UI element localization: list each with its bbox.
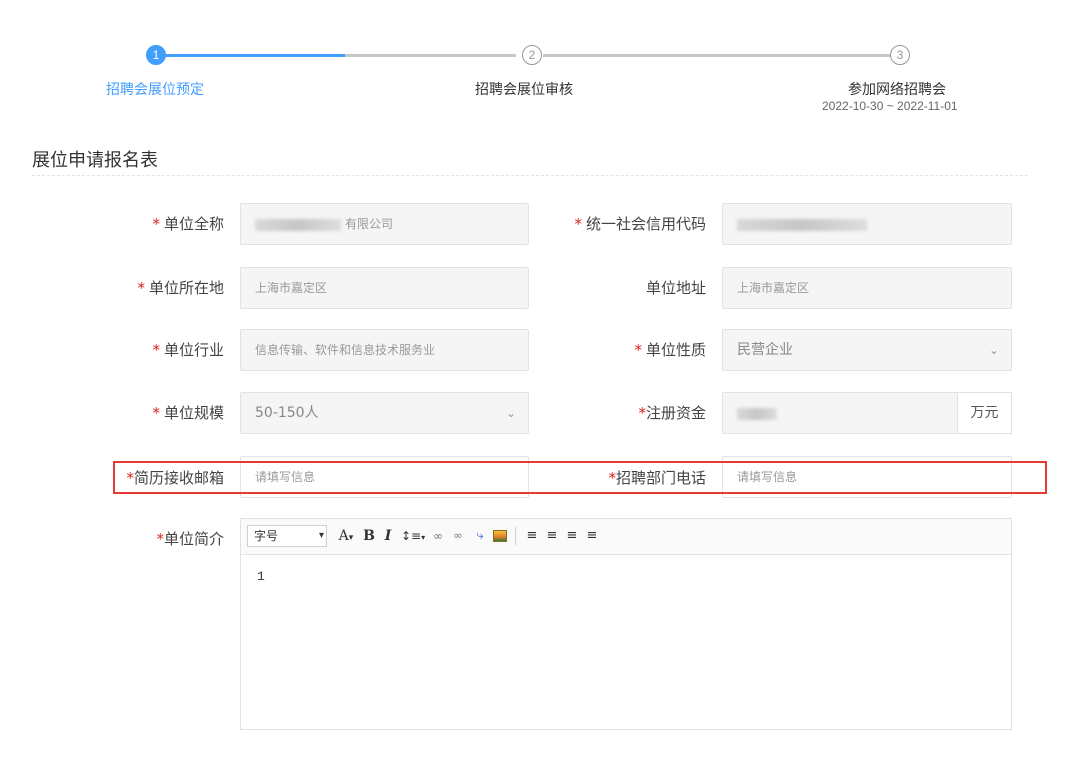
unlink-icon[interactable]: ∞	[449, 526, 467, 546]
attachment-icon[interactable]: ⤷	[471, 526, 489, 546]
scale-select[interactable]: 50-150人 ⌄	[240, 392, 529, 434]
scale-label: * 单位规模	[152, 404, 224, 422]
italic-icon[interactable]: I	[380, 526, 396, 546]
toolbar-separator	[515, 527, 516, 545]
section-divider	[32, 175, 1028, 176]
capital-unit: 万元	[958, 392, 1012, 434]
align-right-icon[interactable]: ≡	[563, 526, 581, 546]
step-line-done	[165, 54, 345, 57]
company-name-input[interactable]: 有限公司	[240, 203, 529, 245]
step-1-circle: 1	[146, 45, 166, 65]
step-line-pending-2	[543, 54, 891, 57]
align-justify-icon[interactable]: ≡	[583, 526, 601, 546]
nature-label: * 单位性质	[634, 341, 706, 359]
dropdown-arrow-icon: ▾	[318, 530, 324, 541]
rich-text-editor: 字号 ▾ A▾ B I ↕≡▾ ∞ ∞ ⤷ ≡ ≡ ≡ ≡ 1	[240, 518, 1012, 730]
company-name-label: * 单位全称	[152, 215, 224, 233]
step-line-pending-1	[345, 54, 516, 57]
section-title: 展位申请报名表	[32, 150, 158, 171]
credit-code-label: * 统一社会信用代码	[574, 215, 706, 233]
step-2-circle: 2	[522, 45, 542, 65]
capital-input[interactable]	[722, 392, 958, 434]
font-color-icon[interactable]: A▾	[334, 526, 358, 546]
address-input[interactable]: 上海市嘉定区	[722, 267, 1012, 309]
industry-input[interactable]: 信息传输、软件和信息技术服务业	[240, 329, 529, 371]
chevron-down-icon: ⌄	[505, 406, 516, 420]
industry-label: * 单位行业	[152, 341, 224, 359]
line-height-icon[interactable]: ↕≡▾	[401, 526, 425, 546]
step-3-circle: 3	[890, 45, 910, 65]
chevron-down-icon: ⌄	[988, 343, 999, 357]
highlight-box	[113, 461, 1047, 494]
step-3-title: 参加网络招聘会	[848, 82, 946, 98]
bold-icon[interactable]: B	[361, 526, 377, 546]
font-size-select[interactable]: 字号 ▾	[247, 525, 327, 547]
capital-label: *注册资金	[638, 404, 706, 422]
image-icon[interactable]	[491, 526, 509, 546]
address-label: 单位地址	[645, 279, 706, 297]
editor-toolbar: 字号 ▾ A▾ B I ↕≡▾ ∞ ∞ ⤷ ≡ ≡ ≡ ≡	[241, 519, 1011, 555]
nature-select[interactable]: 民营企业 ⌄	[722, 329, 1012, 371]
credit-code-input[interactable]	[722, 203, 1012, 245]
redacted-text	[255, 218, 341, 231]
step-1-title: 招聘会展位预定	[106, 82, 204, 98]
location-label: * 单位所在地	[137, 279, 224, 297]
hr-phone-label: *招聘部门电话	[608, 469, 706, 487]
align-left-icon[interactable]: ≡	[523, 526, 541, 546]
align-center-icon[interactable]: ≡	[543, 526, 561, 546]
step-3-date: 2022-10-30 ~ 2022-11-01	[822, 99, 958, 113]
resume-email-label: *简历接收邮箱	[126, 469, 224, 487]
redacted-text	[737, 407, 777, 420]
step-2-title: 招聘会展位审核	[475, 82, 573, 98]
link-icon[interactable]: ∞	[429, 526, 447, 546]
redacted-text	[737, 218, 867, 231]
editor-content[interactable]: 1	[257, 569, 265, 584]
location-input[interactable]: 上海市嘉定区	[240, 267, 529, 309]
intro-label: *单位简介	[156, 530, 224, 548]
